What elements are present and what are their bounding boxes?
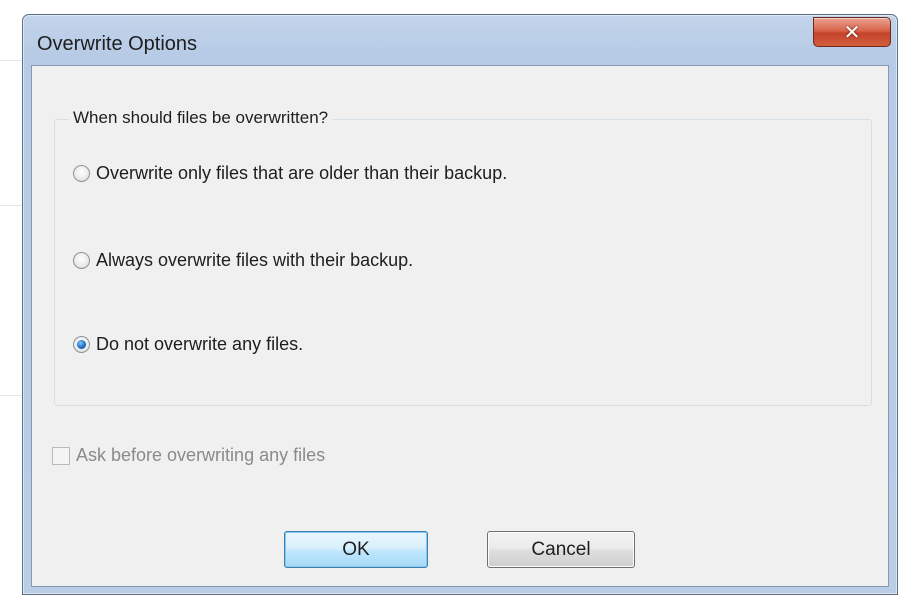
radio-label: Always overwrite files with their backup… xyxy=(96,250,414,270)
checkbox-box[interactable] xyxy=(52,446,70,465)
radio-label: Overwrite only files that are older than… xyxy=(96,163,508,183)
background-divider xyxy=(0,60,22,61)
groupbox-legend: When should files be overwritten? xyxy=(69,108,333,128)
radio-button[interactable] xyxy=(73,252,90,269)
background-divider xyxy=(0,395,22,396)
checkbox-label: Ask before overwriting any files xyxy=(76,445,326,465)
ask-before-overwriting-checkbox[interactable]: Ask before overwriting any files xyxy=(52,445,325,466)
overwrite-groupbox: When should files be overwritten? Overwr… xyxy=(54,108,872,406)
close-button[interactable]: ✕ xyxy=(813,17,891,47)
radio-label: Do not overwrite any files. xyxy=(96,334,304,354)
dialog-title: Overwrite Options xyxy=(37,33,198,55)
dialog-body: When should files be overwritten? Overwr… xyxy=(31,65,889,587)
background-divider xyxy=(0,205,22,206)
ok-button[interactable]: OK xyxy=(284,531,428,568)
radio-always-overwrite[interactable]: Always overwrite files with their backup… xyxy=(73,250,413,271)
cancel-button[interactable]: Cancel xyxy=(487,531,635,568)
radio-do-not-overwrite[interactable]: Do not overwrite any files. xyxy=(73,334,303,355)
title-bar[interactable]: Overwrite Options ✕ xyxy=(23,15,897,65)
radio-button[interactable] xyxy=(73,165,90,182)
radio-overwrite-older[interactable]: Overwrite only files that are older than… xyxy=(73,163,507,184)
close-icon: ✕ xyxy=(843,20,861,44)
overwrite-options-dialog: Overwrite Options ✕ When should files be… xyxy=(22,14,898,595)
radio-button-selected[interactable] xyxy=(73,336,90,353)
